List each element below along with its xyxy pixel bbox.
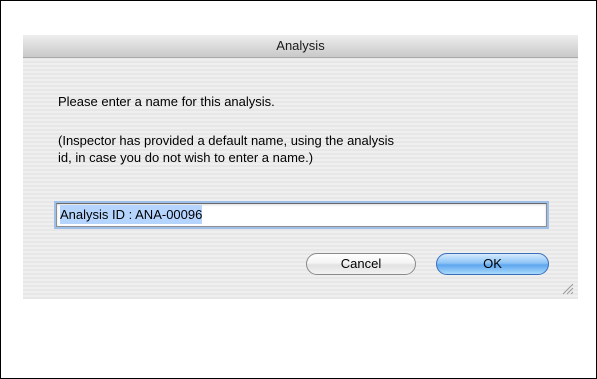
dialog-note-line-2: id, in case you do not wish to enter a n… [58, 150, 314, 165]
cancel-button[interactable]: Cancel [306, 253, 416, 275]
dialog-message: Please enter a name for this analysis. [58, 94, 275, 109]
dialog-note-line-1: (Inspector has provided a default name, … [58, 133, 395, 148]
analysis-name-value: Analysis ID : ANA-00096 [60, 205, 203, 224]
resize-grip-icon[interactable] [562, 283, 574, 295]
dialog-title: Analysis [23, 35, 578, 58]
dialog-note: (Inspector has provided a default name, … [58, 132, 558, 166]
screenshot-frame: Analysis Please enter a name for this an… [0, 0, 597, 379]
analysis-dialog: Analysis Please enter a name for this an… [23, 35, 578, 299]
analysis-name-input[interactable]: Analysis ID : ANA-00096 [56, 203, 547, 227]
ok-button[interactable]: OK [436, 253, 549, 275]
